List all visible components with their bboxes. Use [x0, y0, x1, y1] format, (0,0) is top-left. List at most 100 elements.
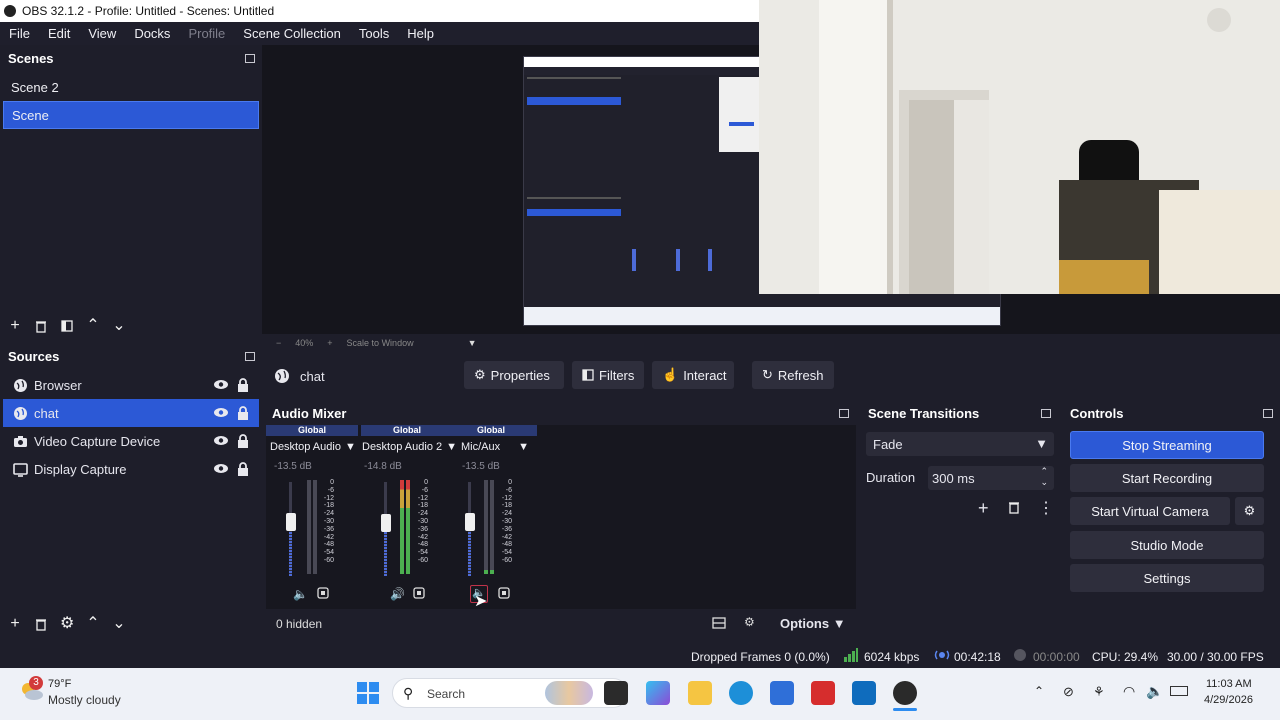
edge-icon[interactable] — [729, 681, 753, 705]
move-down-icon[interactable]: ⌄ — [112, 616, 126, 632]
undock-icon[interactable] — [245, 351, 255, 361]
properties-button[interactable]: ⚙ Properties — [464, 361, 564, 389]
scene-item-scene[interactable]: Scene — [3, 101, 259, 129]
menu-profile[interactable]: Profile — [179, 22, 234, 45]
source-item-browser[interactable]: Browser — [3, 371, 259, 399]
start-recording-button[interactable]: Start Recording — [1070, 464, 1264, 492]
channel-desktop-audio[interactable]: Desktop Audio ▼ — [270, 441, 356, 453]
scene-item-scene-2[interactable]: Scene 2 — [3, 73, 259, 101]
taskbar-search[interactable]: ⚲ Search — [392, 678, 628, 708]
volume-icon[interactable]: 🔈 — [1146, 683, 1163, 700]
menu-docks[interactable]: Docks — [125, 22, 179, 45]
trash-icon[interactable] — [1007, 500, 1021, 514]
transition-select[interactable]: Fade ▼ — [866, 432, 1054, 456]
menu-scene-collection[interactable]: Scene Collection — [234, 22, 350, 45]
source-item-video-capture-device[interactable]: Video Capture Device — [3, 427, 259, 455]
channel-db: -13.5 dB — [274, 461, 312, 472]
task-view-icon[interactable] — [604, 681, 628, 705]
lock-icon[interactable] — [237, 434, 249, 448]
menu-tools[interactable]: Tools — [350, 22, 398, 45]
speaker-icon[interactable]: 🔊 — [390, 587, 405, 601]
add-source-button[interactable]: + — [8, 616, 22, 632]
app-l-icon[interactable] — [811, 681, 835, 705]
start-virtual-camera-button[interactable]: Start Virtual Camera — [1070, 497, 1230, 525]
scenes-toolbar: + ⌃ ⌄ — [0, 313, 262, 339]
add-transition-button[interactable]: + — [978, 498, 989, 519]
menu-edit[interactable]: Edit — [39, 22, 79, 45]
channel-menu-icon[interactable] — [317, 587, 329, 599]
store-icon[interactable] — [770, 681, 794, 705]
menu-view[interactable]: View — [79, 22, 125, 45]
more-icon[interactable]: ⋮ — [1038, 498, 1054, 518]
duration-spinbox[interactable]: 300 ms ⌃ ⌄ — [928, 466, 1054, 490]
channel-menu-icon[interactable] — [498, 587, 510, 599]
scenes-dock: Scenes Scene 2 Scene + ⌃ ⌄ — [0, 45, 262, 341]
source-item-display-capture[interactable]: Display Capture — [3, 455, 259, 483]
outlook-icon[interactable] — [852, 681, 876, 705]
scale-mode-select[interactable]: Scale to Window — [347, 338, 414, 348]
interact-button[interactable]: ☝ Interact — [652, 361, 734, 389]
lock-icon[interactable] — [237, 406, 249, 420]
eye-icon[interactable] — [213, 379, 229, 390]
lock-icon[interactable] — [237, 378, 249, 392]
fader-handle[interactable] — [465, 513, 475, 531]
mic-icon[interactable]: ⚘ — [1093, 684, 1105, 700]
filters-button[interactable]: Filters — [572, 361, 644, 389]
virtual-camera-settings-button[interactable]: ⚙ — [1235, 497, 1264, 525]
channel-desktop-audio-2[interactable]: Desktop Audio 2 ▼ — [362, 441, 457, 453]
eye-icon[interactable] — [213, 407, 229, 418]
spin-arrows-icon[interactable]: ⌃ ⌄ — [1040, 466, 1048, 488]
undock-icon[interactable] — [1041, 408, 1051, 418]
add-scene-button[interactable]: + — [8, 318, 22, 334]
gear-icon[interactable]: ⚙ — [744, 615, 755, 629]
video-capture-preview — [759, 0, 1280, 294]
chevron-down-icon[interactable]: ▼ — [468, 338, 477, 348]
fader-handle[interactable] — [286, 513, 296, 531]
clock-time[interactable]: 11:03 AM — [1206, 678, 1252, 690]
undock-icon[interactable] — [1263, 408, 1273, 418]
copilot-icon[interactable] — [646, 681, 670, 705]
speaker-muted-icon[interactable]: 🔈 — [293, 587, 308, 601]
fader-handle[interactable] — [381, 514, 391, 532]
clock-date[interactable]: 4/29/2026 — [1204, 694, 1253, 706]
move-down-icon[interactable]: ⌄ — [112, 318, 126, 334]
refresh-button[interactable]: ↻ Refresh — [752, 361, 834, 389]
monitor-icon — [13, 462, 28, 477]
zoom-in-button[interactable]: + — [327, 338, 332, 348]
filters-label: Filters — [599, 367, 635, 383]
channel-menu-icon[interactable] — [413, 587, 425, 599]
security-icon[interactable]: ⊘ — [1063, 684, 1074, 700]
menu-file[interactable]: File — [0, 22, 39, 45]
lock-icon[interactable] — [237, 462, 249, 476]
undock-icon[interactable] — [245, 53, 255, 63]
battery-icon[interactable] — [1170, 686, 1188, 696]
trash-icon[interactable] — [34, 319, 48, 333]
stop-streaming-button[interactable]: Stop Streaming — [1070, 431, 1264, 459]
layout-icon[interactable] — [712, 617, 726, 629]
studio-mode-button[interactable]: Studio Mode — [1070, 531, 1264, 559]
undock-icon[interactable] — [839, 408, 849, 418]
menu-help[interactable]: Help — [398, 22, 443, 45]
zoom-out-button[interactable]: − — [276, 338, 281, 348]
transitions-title: Scene Transitions — [868, 405, 980, 421]
options-button[interactable]: Options ▼ — [780, 616, 846, 631]
filter-icon[interactable] — [60, 319, 74, 333]
globe-icon — [13, 406, 28, 421]
eye-icon[interactable] — [213, 463, 229, 474]
file-explorer-icon[interactable] — [688, 681, 712, 705]
settings-button[interactable]: Settings — [1070, 564, 1264, 592]
wifi-icon[interactable]: ◠ — [1123, 683, 1135, 700]
obs-taskbar-icon[interactable] — [893, 681, 917, 705]
chevron-up-icon[interactable]: ⌃ — [1034, 684, 1044, 698]
move-up-icon[interactable]: ⌃ — [86, 318, 100, 334]
source-item-chat[interactable]: chat — [3, 399, 259, 427]
trash-icon[interactable] — [34, 617, 48, 631]
signal-icon — [844, 648, 858, 662]
selected-source-name: chat — [300, 368, 325, 384]
eye-icon[interactable] — [213, 435, 229, 446]
gear-icon[interactable]: ⚙ — [60, 616, 74, 632]
channel-mic-aux[interactable]: Mic/Aux ▼ — [461, 441, 529, 453]
move-up-icon[interactable]: ⌃ — [86, 616, 100, 632]
windows-start-icon[interactable] — [357, 682, 379, 704]
status-bar: Dropped Frames 0 (0.0%) 6024 kbps 00:42:… — [0, 644, 1280, 668]
